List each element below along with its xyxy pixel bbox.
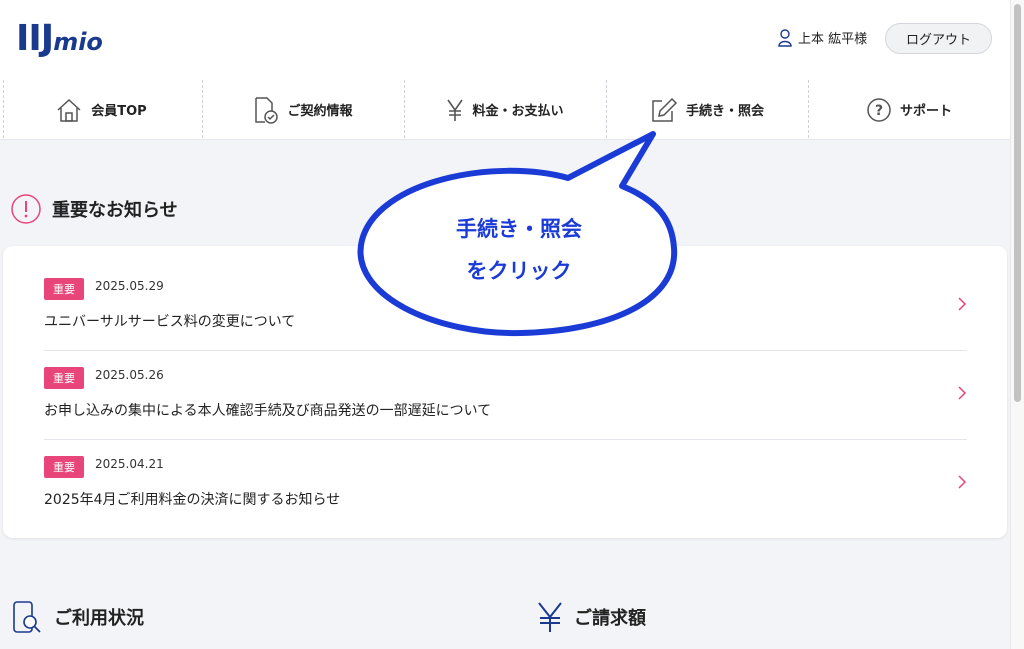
important-badge: 重要: [44, 367, 84, 389]
iijmio-logo[interactable]: IIJmio: [16, 18, 103, 59]
chevron-right-icon: [958, 297, 967, 311]
important-badge: 重要: [44, 456, 84, 478]
chevron-right-icon: [958, 386, 967, 400]
notice-title: ユニバーサルサービス料の変更について: [44, 314, 296, 330]
notice-date: 2025.05.26: [95, 368, 164, 382]
annotation-line-1: 手続き・照会: [456, 217, 582, 241]
nav-label: 手続き・照会: [685, 104, 764, 119]
notice-date: 2025.04.21: [95, 457, 164, 471]
logo-sub: mio: [53, 28, 103, 56]
header: IIJmio 上本 紘平様 ログアウト: [0, 0, 1010, 80]
yen-icon: [447, 99, 464, 121]
nav-label: ご契約情報: [287, 104, 353, 119]
notice-title: 2025年4月ご利用料金の決済に関するお知らせ: [44, 492, 341, 508]
home-icon: [57, 98, 81, 122]
notice-title: お申し込みの集中による本人確認手続及び商品発送の一部遅延について: [44, 403, 492, 419]
alert-icon: [11, 194, 41, 224]
user-icon: [778, 28, 792, 47]
help-icon: ?: [867, 97, 891, 122]
usage-status-heading: ご利用状況: [10, 600, 144, 634]
phone-search-icon: [13, 601, 41, 633]
chevron-right-icon: [958, 475, 967, 489]
nav-item-member-top[interactable]: 会員TOP: [0, 80, 202, 139]
important-badge: 重要: [44, 278, 84, 300]
notice-item[interactable]: 重要 2025.04.21 2025年4月ご利用料金の決済に関するお知らせ: [44, 424, 967, 513]
important-notices-heading: 重要なお知らせ: [10, 193, 178, 225]
scrollbar-thumb[interactable]: [1014, 4, 1021, 402]
logout-button[interactable]: ログアウト: [885, 23, 992, 54]
contract-document-icon: [255, 96, 279, 124]
nav-label: 会員TOP: [91, 104, 147, 119]
annotation-line-2: をクリック: [466, 259, 572, 283]
billing-amount-heading: ご請求額: [536, 600, 646, 634]
user-name: 上本 紘平様: [798, 32, 868, 47]
notice-date: 2025.05.29: [95, 279, 164, 293]
user-info: 上本 紘平様: [778, 28, 867, 47]
billing-amount-title: ご請求額: [574, 608, 646, 629]
edit-icon: [652, 97, 678, 122]
svg-text:?: ?: [875, 103, 883, 119]
nav-label: サポート: [899, 104, 952, 119]
notice-item[interactable]: 重要 2025.05.26 お申し込みの集中による本人確認手続及び商品発送の一部…: [44, 335, 967, 424]
important-notices-title: 重要なお知らせ: [52, 200, 178, 221]
nav-item-support[interactable]: ? サポート: [808, 80, 1010, 139]
nav-label: 料金・お支払い: [472, 104, 564, 119]
usage-status-title: ご利用状況: [54, 608, 144, 629]
yen-icon: [538, 602, 562, 632]
logo-main: IIJ: [16, 18, 54, 59]
annotation-text: 手続き・照会 をクリック: [361, 208, 677, 292]
scrollbar[interactable]: [1010, 0, 1024, 649]
